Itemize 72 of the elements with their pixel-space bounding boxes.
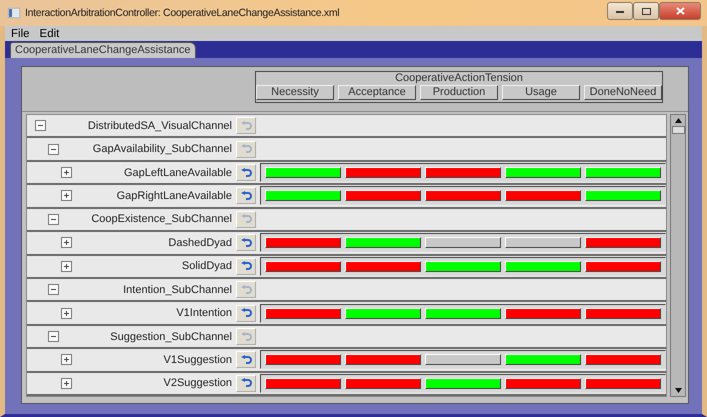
undo-button[interactable] xyxy=(236,374,256,392)
collapse-toggle[interactable] xyxy=(48,144,59,155)
scrollbar[interactable] xyxy=(670,114,686,397)
plus-icon xyxy=(63,356,70,364)
tree-row-label: V1Intention xyxy=(175,307,232,320)
undo-arrow-icon xyxy=(240,168,252,178)
column-header[interactable]: Acceptance xyxy=(338,85,416,100)
undo-arrow-icon xyxy=(240,214,252,224)
tree-row-label: GapRightLaneAvailable xyxy=(116,190,232,202)
tree-row-label: V1Suggestion xyxy=(162,354,232,366)
expand-toggle[interactable] xyxy=(61,354,72,366)
close-button[interactable] xyxy=(659,2,701,20)
tree-row-label: Intention_SubChannel xyxy=(122,284,232,296)
window-title: InteractionArbitrationController: CooperativeLaneChangeAssistance.xml xyxy=(25,7,340,19)
plus-icon xyxy=(63,310,70,317)
undo-button[interactable] xyxy=(236,234,256,252)
collapse-toggle[interactable] xyxy=(48,284,59,296)
tree-row-label: V2Suggestion xyxy=(162,377,232,390)
undo-arrow-icon xyxy=(240,190,252,201)
tab[interactable]: CooperativeLaneChangeAssistance xyxy=(10,42,196,58)
tree-row-label: SolidDyad xyxy=(180,260,232,272)
column-header[interactable]: Production xyxy=(420,85,498,100)
menu-item[interactable]: Edit xyxy=(40,28,60,40)
column-header[interactable]: Usage xyxy=(502,85,580,100)
menu-item[interactable]: File xyxy=(11,28,30,40)
maximize-button[interactable] xyxy=(633,2,659,20)
expand-toggle[interactable] xyxy=(61,308,72,319)
collapse-toggle[interactable] xyxy=(48,331,59,342)
undo-button[interactable] xyxy=(236,258,256,275)
undo-arrow-icon xyxy=(240,261,252,272)
maximize-icon xyxy=(642,8,650,14)
undo-button[interactable] xyxy=(236,164,256,182)
plus-icon xyxy=(63,239,70,246)
undo-arrow-icon xyxy=(240,120,252,131)
tree-row-label: DashedDyad xyxy=(167,236,232,249)
undo-arrow-icon xyxy=(240,144,252,154)
plus-icon xyxy=(63,192,70,200)
tree-row-label: GapAvailability_SubChannel xyxy=(92,143,232,156)
expand-toggle[interactable] xyxy=(61,190,72,202)
collapse-toggle[interactable] xyxy=(35,120,46,132)
undo-button[interactable] xyxy=(236,351,256,368)
undo-button[interactable] xyxy=(236,304,256,322)
minimize-button[interactable] xyxy=(607,2,633,20)
expand-toggle[interactable] xyxy=(61,237,72,248)
undo-arrow-icon xyxy=(240,332,252,342)
undo-arrow-icon xyxy=(240,284,252,295)
plus-icon xyxy=(63,380,70,387)
expand-toggle[interactable] xyxy=(61,260,72,272)
app-icon xyxy=(8,8,20,18)
scroll-thumb[interactable] xyxy=(672,126,684,134)
undo-arrow-icon xyxy=(240,354,252,365)
undo-button[interactable] xyxy=(236,187,256,204)
plus-icon xyxy=(63,169,70,176)
undo-arrow-icon xyxy=(240,238,252,248)
tree-row-label: GapLeftLaneAvailable xyxy=(122,166,232,179)
collapse-toggle[interactable] xyxy=(48,214,59,225)
undo-arrow-icon xyxy=(240,378,252,388)
scroll-down-icon xyxy=(674,386,682,394)
tree-row-label: CoopExistence_SubChannel xyxy=(90,213,232,226)
column-group-title: CooperativeActionTension xyxy=(395,72,523,85)
plus-icon xyxy=(63,262,70,270)
minimize-icon xyxy=(616,10,624,12)
tree-row-label: Suggestion_SubChannel xyxy=(109,330,232,342)
undo-arrow-icon xyxy=(240,308,252,318)
expand-toggle[interactable] xyxy=(61,378,72,389)
expand-toggle[interactable] xyxy=(61,167,72,178)
close-icon xyxy=(676,7,684,15)
column-header[interactable]: DoneNoNeed xyxy=(584,85,662,100)
tree-row-label: DistributedSA_VisualChannel xyxy=(86,120,232,132)
minus-icon xyxy=(50,333,57,340)
scroll-up-icon xyxy=(674,117,682,125)
column-header[interactable]: Necessity xyxy=(256,85,334,100)
